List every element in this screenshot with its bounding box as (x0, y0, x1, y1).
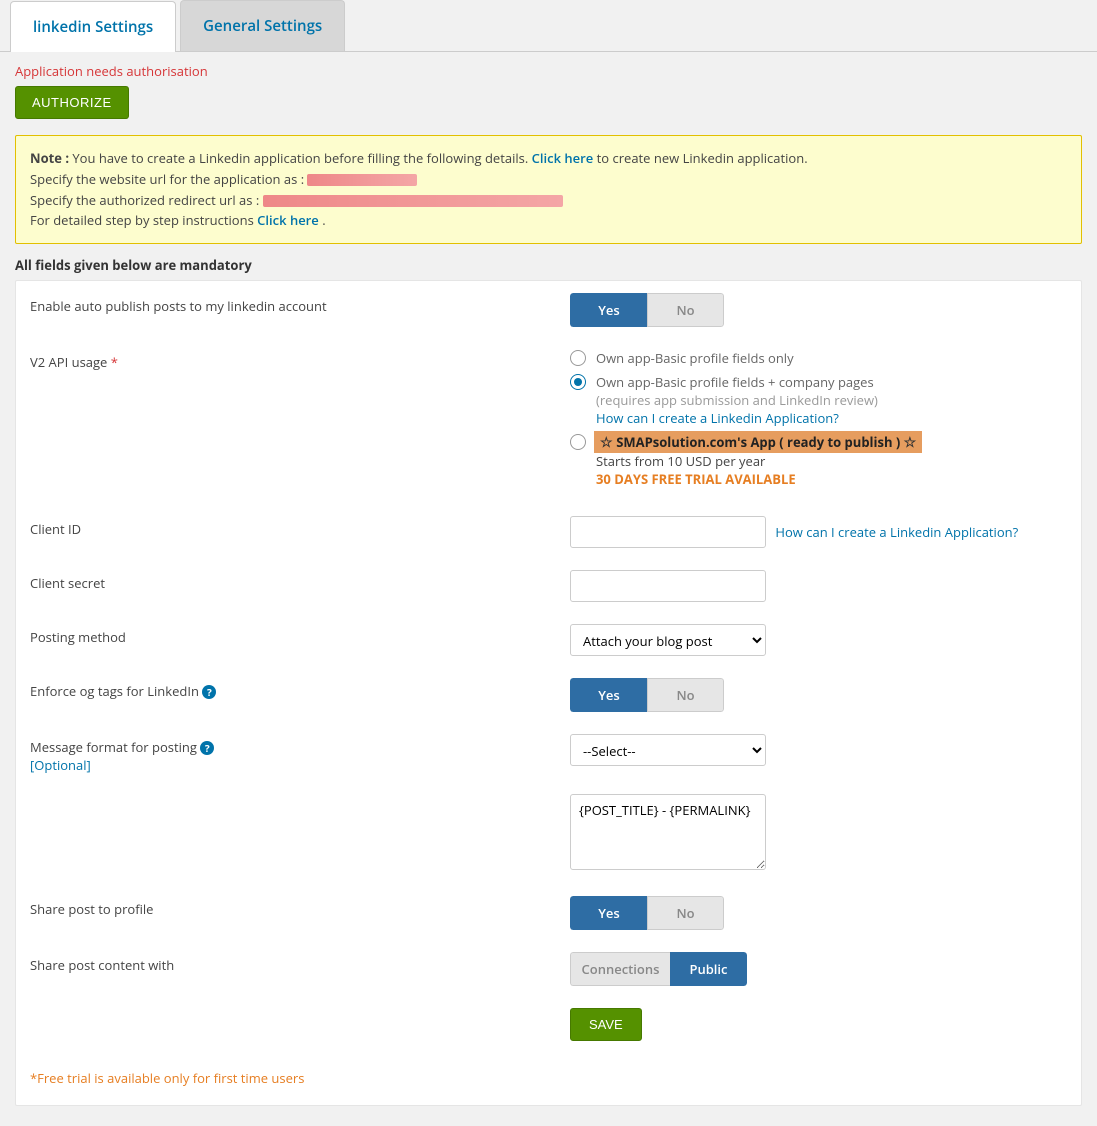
note-line4a: For detailed step by step instructions (30, 211, 257, 229)
how-create-app-link-2[interactable]: How can I create a Linkedin Application? (775, 523, 1018, 541)
note-line1b: to create new Linkedin application. (597, 149, 808, 167)
label-smap-price: Starts from 10 USD per year (596, 452, 765, 470)
radio-own-company[interactable] (570, 374, 586, 390)
input-client-secret[interactable] (570, 570, 766, 602)
note-box: Note : You have to create a Linkedin app… (15, 135, 1082, 244)
note-line4b: . (322, 211, 325, 229)
label-share-profile: Share post to profile (30, 896, 570, 918)
authorisation-warning: Application needs authorisation (15, 62, 1082, 80)
note-line3: Specify the authorized redirect url as : (30, 191, 263, 209)
authorize-button[interactable]: AUTHORIZE (15, 86, 129, 119)
toggle-auto-publish: Yes No (570, 293, 724, 327)
settings-panel: Enable auto publish posts to my linkedin… (15, 280, 1082, 1106)
note-label: Note : (30, 149, 72, 167)
redacted-redirect-url (263, 195, 563, 207)
radio-smap-app[interactable] (570, 434, 586, 450)
label-enforce-og: Enforce og tags for LinkedIn (30, 682, 199, 700)
label-own-company: Own app-Basic profile fields + company p… (596, 373, 874, 391)
label-free-trial: 30 DAYS FREE TRIAL AVAILABLE (596, 470, 796, 488)
toggle-share-profile: Yes No (570, 896, 724, 930)
help-icon[interactable]: ? (200, 741, 214, 755)
help-icon[interactable]: ? (202, 685, 216, 699)
tab-linkedin-settings[interactable]: linkedin Settings (10, 1, 176, 52)
toggle-auto-publish-yes[interactable]: Yes (570, 293, 647, 327)
toggle-enforce-og: Yes No (570, 678, 724, 712)
textarea-msg-format[interactable]: {POST_TITLE} - {PERMALINK} (570, 794, 766, 870)
create-app-link[interactable]: Click here (532, 149, 594, 167)
label-msg-format: Message format for posting (30, 738, 197, 756)
tab-general-settings[interactable]: General Settings (180, 0, 345, 51)
toggle-share-profile-no[interactable]: No (647, 896, 724, 930)
note-line1a: You have to create a Linkedin applicatio… (72, 149, 531, 167)
label-v2-api: V2 API usage (30, 353, 107, 371)
redacted-website-url (307, 174, 417, 186)
input-client-id[interactable] (570, 516, 766, 548)
select-posting-method[interactable]: Attach your blog post (570, 624, 766, 656)
label-smap-app: SMAPsolution.com's App ( ready to publis… (616, 433, 900, 451)
label-share-content: Share post content with (30, 952, 570, 974)
toggle-share-connections[interactable]: Connections (570, 952, 670, 986)
star-icon: ☆ (600, 433, 616, 452)
toggle-enforce-og-no[interactable]: No (647, 678, 724, 712)
toggle-auto-publish-no[interactable]: No (647, 293, 724, 327)
radio-own-basic[interactable] (570, 350, 586, 366)
label-client-secret: Client secret (30, 570, 570, 592)
smap-app-badge: ☆ SMAPsolution.com's App ( ready to publ… (594, 431, 922, 453)
note-line2: Specify the website url for the applicat… (30, 170, 307, 188)
how-create-app-link-1[interactable]: How can I create a Linkedin Application? (596, 409, 839, 427)
mandatory-heading: All fields given below are mandatory (15, 256, 1082, 274)
instructions-link[interactable]: Click here (257, 211, 319, 229)
label-own-company-sub: (requires app submission and LinkedIn re… (596, 391, 878, 409)
tab-bar: linkedin Settings General Settings (0, 0, 1097, 52)
save-button[interactable]: SAVE (570, 1008, 642, 1041)
label-posting-method: Posting method (30, 624, 570, 646)
star-icon: ☆ (904, 433, 917, 452)
label-client-id: Client ID (30, 516, 570, 538)
toggle-share-public[interactable]: Public (670, 952, 747, 986)
label-own-basic: Own app-Basic profile fields only (596, 349, 794, 367)
footer-trial-note: *Free trial is available only for first … (30, 1069, 1067, 1087)
label-optional: [Optional] (30, 756, 91, 774)
toggle-share-content: Connections Public (570, 952, 747, 986)
toggle-enforce-og-yes[interactable]: Yes (570, 678, 647, 712)
label-auto-publish: Enable auto publish posts to my linkedin… (30, 293, 570, 315)
select-msg-format[interactable]: --Select-- (570, 734, 766, 766)
required-asterisk: * (111, 353, 118, 371)
toggle-share-profile-yes[interactable]: Yes (570, 896, 647, 930)
